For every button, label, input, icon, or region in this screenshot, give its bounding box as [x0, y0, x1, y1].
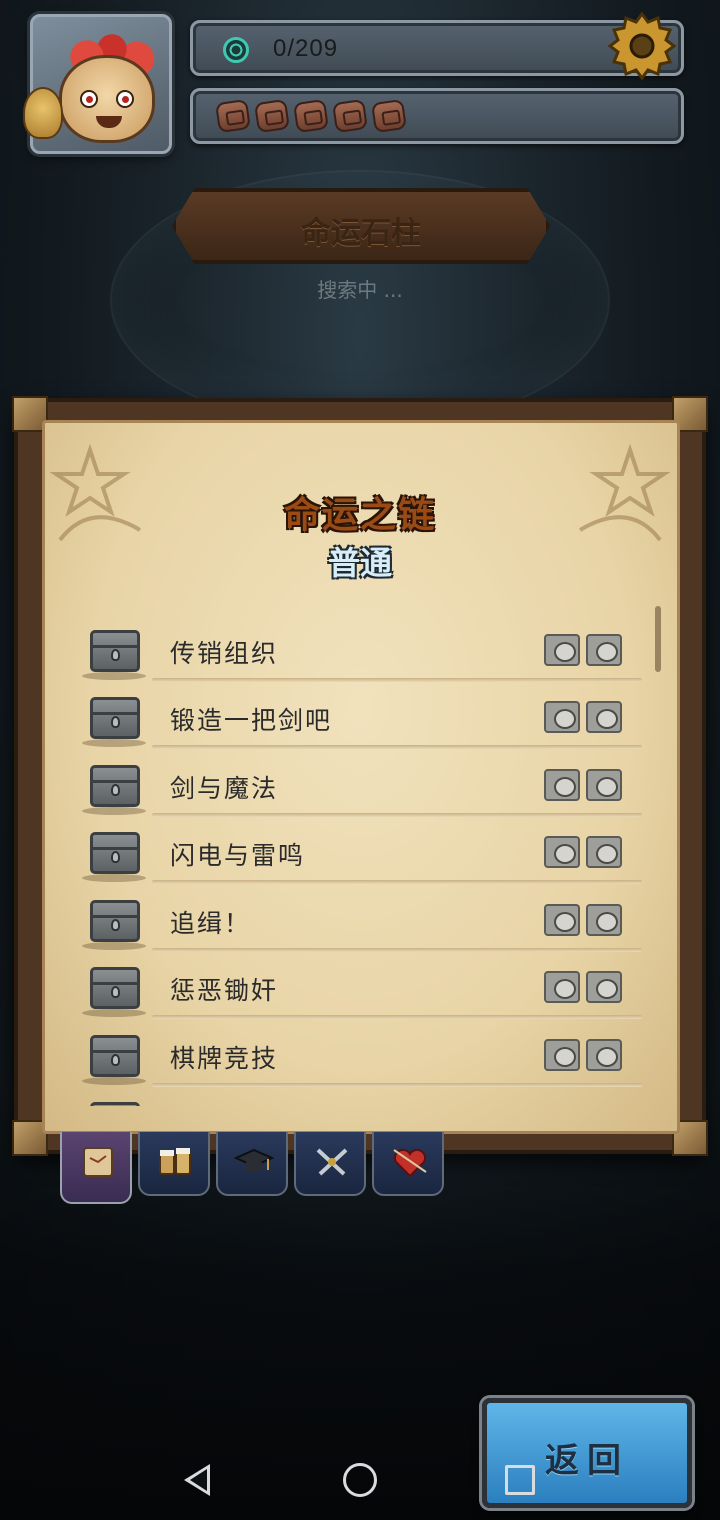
lock-icon [111, 784, 120, 796]
settings-gear-icon[interactable] [606, 10, 678, 82]
swirl-icon [223, 37, 249, 63]
token-bar [190, 88, 684, 144]
hero-portrait-icon [586, 836, 622, 868]
beer-mugs-icon [156, 1144, 196, 1180]
row-divider [152, 745, 642, 749]
plaque-title: 命运石柱 [301, 216, 421, 251]
chest-icon [90, 697, 140, 739]
hero-portrait-icon [544, 701, 580, 733]
lock-icon [111, 649, 120, 661]
chest-shadow [82, 807, 146, 815]
hero-portrait-icon [586, 904, 622, 936]
list-item[interactable]: 传销组织 [80, 618, 652, 682]
list-item[interactable]: 锻造一把剑吧 [80, 685, 652, 749]
search-status: 搜索中 ... [317, 278, 403, 302]
tab-tavern[interactable] [138, 1132, 210, 1196]
player-avatar[interactable] [23, 14, 172, 154]
chest-shadow [82, 739, 146, 747]
hero-portrait-icon [544, 769, 580, 801]
token-list [215, 98, 407, 134]
token-icon [254, 98, 290, 134]
row-divider [152, 1015, 642, 1019]
list-item-label: 剑与魔法 [170, 774, 279, 803]
tab-romance[interactable] [372, 1132, 444, 1196]
chest-icon [90, 832, 140, 874]
hero-portrait-icon [544, 1039, 580, 1071]
chest-shadow [82, 942, 146, 950]
list-scrollbar[interactable] [655, 606, 661, 672]
crossed-swords-icon [312, 1144, 352, 1180]
token-icon [293, 98, 329, 134]
recent-apps-icon[interactable] [505, 1465, 535, 1495]
lock-icon [111, 1054, 120, 1066]
chest-icon [90, 900, 140, 942]
list-item[interactable]: 闪电与雷鸣 [80, 820, 652, 884]
hero-portrait-icon [544, 634, 580, 666]
row-divider [152, 880, 642, 884]
lock-icon [111, 851, 120, 863]
pet-icon [23, 87, 63, 139]
row-divider [152, 678, 642, 682]
chest-icon [90, 630, 140, 672]
chest-icon [90, 967, 140, 1009]
chest-icon [90, 1102, 140, 1106]
lock-icon [111, 919, 120, 931]
hero-portrait-icon [544, 904, 580, 936]
avatar-eye-icon [80, 90, 98, 108]
avatar-eye-icon [116, 90, 134, 108]
list-item[interactable]: 棋牌竞技 [80, 1023, 652, 1087]
chest-shadow [82, 874, 146, 882]
row-divider [152, 813, 642, 817]
avatar-face [59, 55, 155, 143]
hero-portrait-icon [586, 634, 622, 666]
map-icon [78, 1144, 118, 1180]
chest-icon [90, 1035, 140, 1077]
list-item-label: 追缉！ [170, 909, 252, 938]
list-item-partial[interactable] [80, 1090, 652, 1106]
panel-difficulty: 普通 [327, 544, 392, 582]
hero-portrait-icon [544, 836, 580, 868]
avatar-mouth-icon [96, 116, 122, 128]
progress-counter: 0/209 [273, 35, 339, 62]
back-icon[interactable] [184, 1464, 210, 1496]
list-item[interactable]: 惩恶锄奸 [80, 955, 652, 1019]
system-nav-bar [0, 1440, 720, 1520]
tab-academy[interactable] [216, 1132, 288, 1196]
chest-shadow [82, 672, 146, 680]
hero-portrait-icon [586, 971, 622, 1003]
tab-battle[interactable] [294, 1132, 366, 1196]
category-tabs [60, 1132, 444, 1204]
tab-map[interactable] [60, 1132, 132, 1204]
heart-arrow-icon [390, 1144, 430, 1180]
list-item[interactable]: 追缉！ [80, 888, 652, 952]
list-item[interactable]: 剑与魔法 [80, 753, 652, 817]
fate-chain-list[interactable]: 传销组织 锻造一把剑吧 剑与魔法 闪电与雷鸣 追缉！ 惩恶锄奸 棋牌竞技 [80, 618, 652, 1106]
hero-portrait-icon [544, 971, 580, 1003]
chest-icon [90, 765, 140, 807]
panel-title: 命运之链 [283, 495, 436, 536]
fate-pillar-plaque: 命运石柱 [172, 188, 550, 264]
hero-portrait-icon [586, 769, 622, 801]
graduation-cap-icon [233, 1144, 275, 1180]
chest-shadow [82, 1009, 146, 1017]
list-item-label: 闪电与雷鸣 [170, 841, 306, 870]
list-item-label: 锻造一把剑吧 [170, 706, 333, 735]
hero-portrait-icon [586, 701, 622, 733]
list-item-label: 棋牌竞技 [170, 1044, 279, 1073]
row-divider [152, 1083, 642, 1087]
token-icon [215, 98, 251, 134]
hero-portrait-icon [586, 1039, 622, 1071]
home-icon[interactable] [343, 1463, 377, 1497]
lock-icon [111, 716, 120, 728]
chest-shadow [82, 1077, 146, 1085]
list-item-label: 传销组织 [170, 639, 279, 668]
row-divider [152, 948, 642, 952]
lock-icon [111, 986, 120, 998]
list-item-label: 惩恶锄奸 [170, 976, 279, 1005]
token-icon [332, 98, 368, 134]
token-icon [371, 98, 407, 134]
